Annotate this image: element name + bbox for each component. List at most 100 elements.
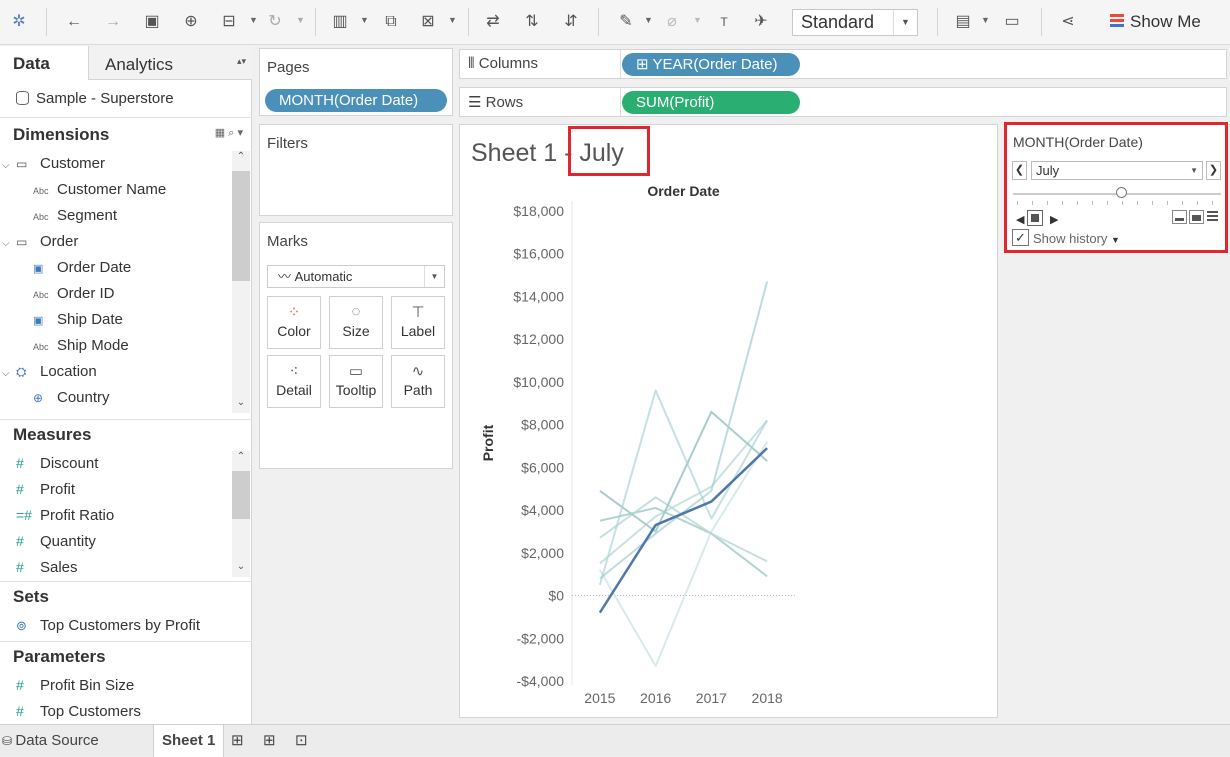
pages-shelf[interactable]: Pages MONTH(Order Date) [259,48,453,116]
page-select[interactable]: July ▼ [1031,161,1203,180]
pages-pill[interactable]: MONTH(Order Date) [265,89,447,112]
tab-data-source[interactable]: ⛁ Data Source [2,725,99,757]
stop-button[interactable] [1027,210,1043,226]
pause-updates-icon[interactable]: ⊟ [219,12,239,32]
field-quantity[interactable]: # Quantity [16,533,96,550]
field-hierarchy-location[interactable]: ⌵ ⛭ Location [2,363,97,380]
field-sales[interactable]: # Sales [16,559,78,576]
rows-pill[interactable]: SUM(Profit) [622,91,800,114]
scroll-thumb[interactable] [232,171,250,281]
highlight-icon[interactable]: ✎ [616,12,636,32]
tableau-logo-icon[interactable]: ✲ [9,12,29,32]
columns-shelf[interactable]: ⦀ Columns ⊞ YEAR(Order Date) [459,49,1227,79]
field-order-id[interactable]: Abc Order ID [33,285,115,302]
search-icon[interactable]: ⌕ [228,127,234,139]
play-forward-icon[interactable]: ▶ [1050,213,1058,226]
page-slider-knob[interactable] [1116,187,1127,198]
tooltip-button[interactable]: ▭ Tooltip [329,355,383,408]
fix-axes-icon[interactable]: ✈ [751,12,771,32]
next-page-button[interactable]: ❯ [1206,161,1221,180]
play-backward-icon[interactable]: ◀ [1016,213,1024,226]
measures-scrollbar[interactable]: ⌃ ⌄ [232,451,250,577]
field-profit-bin-size[interactable]: # Profit Bin Size [16,677,134,694]
show-mark-labels-icon[interactable]: T [714,12,734,32]
field-profit[interactable]: # Profit [16,481,75,498]
size-button[interactable]: ◌ Size [329,296,383,349]
tab-analytics[interactable]: Analytics ▴▾ [88,46,252,80]
field-customer-name[interactable]: Abc Customer Name [33,181,166,198]
show-cards-dropdown-icon[interactable]: ▼ [981,15,990,25]
new-worksheet-tab-icon[interactable]: ⊞ [231,725,244,757]
columns-pill[interactable]: ⊞ YEAR(Order Date) [622,53,800,76]
speed-medium-button[interactable] [1189,210,1204,224]
sort-ascending-icon[interactable]: ⇅ [522,12,542,32]
field-country[interactable]: ⊕ Country [33,389,110,406]
field-order-date[interactable]: ▣ Order Date [33,259,131,276]
data-source-item[interactable]: Sample - Superstore [16,90,174,107]
field-discount[interactable]: # Discount [16,455,98,472]
show-cards-icon[interactable]: ▤ [953,12,973,32]
scroll-down-icon[interactable]: ⌄ [232,561,250,577]
scroll-thumb[interactable] [232,471,250,519]
field-folder-customer[interactable]: ⌵ ▭ Customer [2,155,105,172]
scroll-down-icon[interactable]: ⌄ [232,397,250,413]
path-button[interactable]: ∿ Path [391,355,445,408]
group-members-icon[interactable]: ⌀ [662,12,682,32]
label-button[interactable]: ⊤ Label [391,296,445,349]
speed-fast-icon [1207,211,1218,222]
scroll-up-icon[interactable]: ⌃ [232,451,250,467]
new-worksheet-dropdown-icon[interactable]: ▼ [360,15,369,25]
duplicate-sheet-icon[interactable]: ⧉ [381,12,401,32]
speed-fast-button[interactable] [1206,210,1221,224]
group-members-dropdown-icon[interactable]: ▼ [693,15,702,25]
show-me-button[interactable]: Show Me [1110,10,1201,34]
show-history-label[interactable]: Show history ▼ [1033,231,1120,246]
menu-dropdown-icon[interactable]: ▾ [237,127,243,139]
redo-icon[interactable]: → [103,12,123,32]
tab-sheet-1[interactable]: Sheet 1 [153,725,225,757]
save-icon[interactable]: ▣ [142,12,162,32]
line-chart[interactable]: Order Date Profit $18,000 $16,000 $14,000 $12… [460,125,999,719]
field-folder-order[interactable]: ⌵ ▭ Order [2,233,78,250]
field-segment[interactable]: Abc Segment [33,207,117,224]
fit-select[interactable]: Standard ▼ [792,9,918,36]
field-top-customers-by-profit[interactable]: ⊚ Top Customers by Profit [16,617,200,634]
previous-page-button[interactable]: ❮ [1012,161,1027,180]
highlight-dropdown-icon[interactable]: ▼ [644,15,653,25]
rows-shelf[interactable]: ☰ Rows SUM(Profit) [459,87,1227,117]
show-history-dropdown-icon[interactable]: ▼ [1111,235,1120,245]
share-icon[interactable]: ⋖ [1058,12,1078,32]
new-data-source-icon[interactable]: ⊕ [181,12,201,32]
show-history-checkbox[interactable]: ✓ [1012,229,1029,246]
filters-shelf[interactable]: Filters [259,124,453,216]
swap-rows-columns-icon[interactable]: ⇄ [483,12,503,32]
field-label: Customer [40,155,106,172]
dimensions-scrollbar[interactable]: ⌃ ⌄ [232,151,250,413]
show-history-text: Show history [1033,231,1108,246]
sort-descending-icon[interactable]: ⇵ [561,12,581,32]
new-dashboard-tab-icon[interactable]: ⊞ [263,725,276,757]
new-story-tab-icon[interactable]: ⊡ [295,725,308,757]
presentation-mode-icon[interactable]: ▭ [1002,12,1022,32]
refresh-icon[interactable]: ↻ [265,12,285,32]
y-tick-label: $2,000 [521,545,564,561]
pause-updates-dropdown-icon[interactable]: ▼ [249,15,258,25]
expand-icon[interactable]: ⊞ [636,56,652,73]
scroll-up-icon[interactable]: ⌃ [232,151,250,167]
clear-sheet-dropdown-icon[interactable]: ▼ [448,15,457,25]
undo-icon[interactable]: ← [64,12,84,32]
view-toggle-icon[interactable]: ▦ [215,127,225,139]
field-top-customers[interactable]: # Top Customers [16,703,141,720]
new-worksheet-icon[interactable]: ▥ [330,12,350,32]
tab-menu-icon[interactable]: ▴▾ [237,56,246,67]
speed-slow-button[interactable] [1172,210,1187,224]
color-button[interactable]: ⁘ Color [267,296,321,349]
field-ship-mode[interactable]: Abc Ship Mode [33,337,129,354]
field-profit-ratio[interactable]: =# Profit Ratio [16,507,114,524]
field-ship-date[interactable]: ▣ Ship Date [33,311,123,328]
clear-sheet-icon[interactable]: ⊠ [418,12,438,32]
tab-data[interactable]: Data [0,46,88,80]
detail-button[interactable]: ⁖ Detail [267,355,321,408]
mark-type-select[interactable]: 〰 Automatic ▼ [267,265,445,288]
refresh-dropdown-icon[interactable]: ▼ [296,15,305,25]
